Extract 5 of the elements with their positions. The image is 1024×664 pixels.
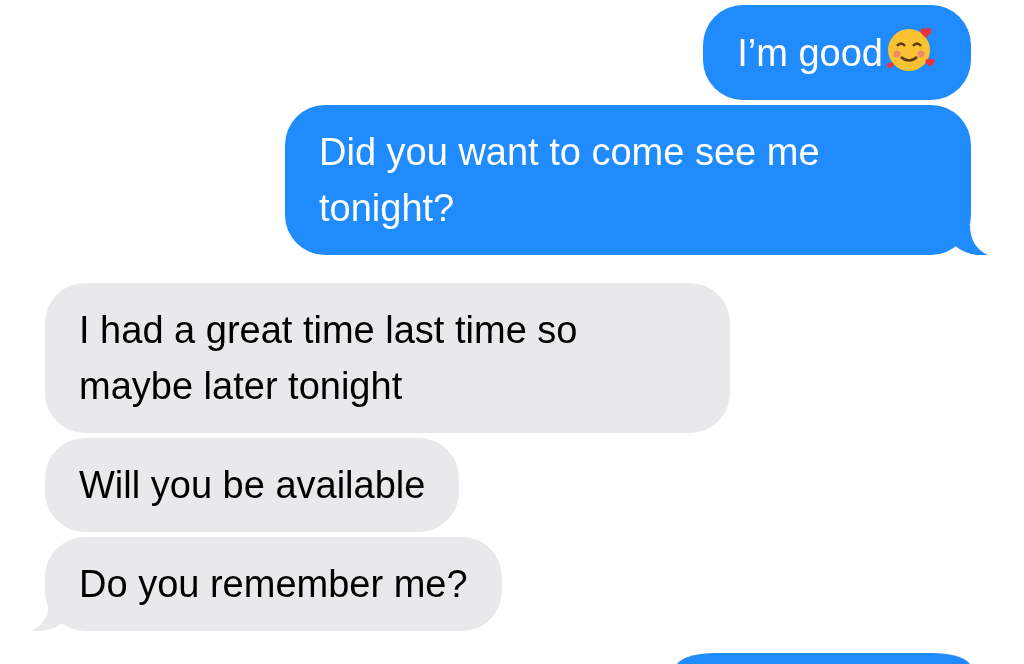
message-text: I had a great time last time so maybe later tonight (79, 309, 578, 407)
message-text: I’m good (737, 32, 883, 74)
message-text: Do you remember me? (79, 563, 468, 605)
message-text: Did you want to come see me tonight? (319, 131, 820, 229)
message-text: Will you be available (79, 464, 426, 506)
